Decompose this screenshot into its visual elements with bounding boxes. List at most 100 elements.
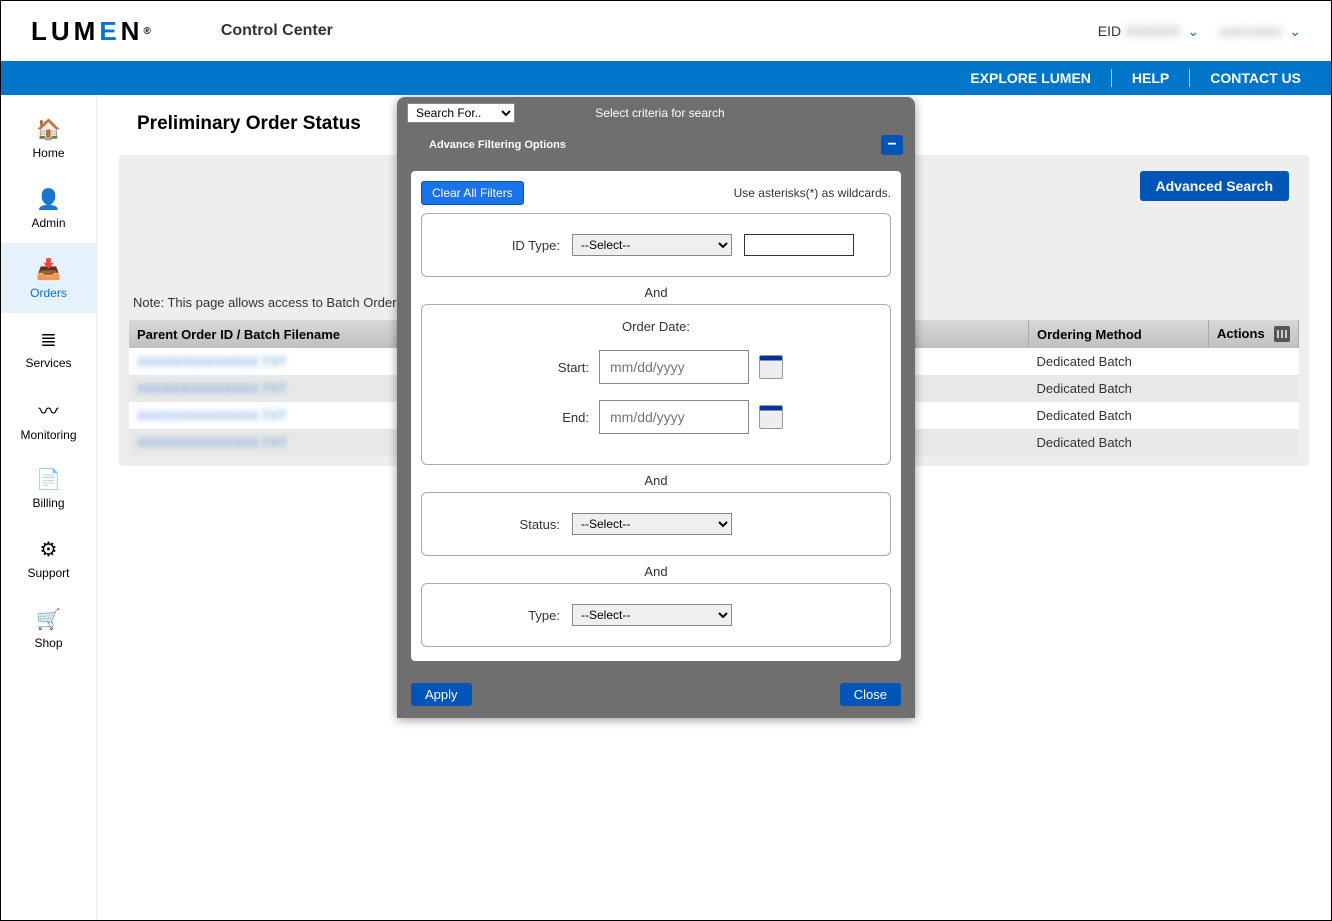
order-date-filter-box: Order Date: Start: End: bbox=[421, 304, 891, 465]
close-button[interactable]: Close bbox=[840, 683, 901, 706]
username: username bbox=[1219, 23, 1281, 39]
start-date-input[interactable] bbox=[599, 350, 749, 384]
sidebar-item-shop[interactable]: 🛒 Shop bbox=[1, 593, 96, 663]
sidebar-label: Home bbox=[32, 146, 64, 160]
gear-icon: ⚙ bbox=[40, 537, 58, 562]
modal-title: Advance Filtering Options bbox=[429, 139, 566, 151]
top-header: LUMEN® Control Center EID 0000000 ⌄ user… bbox=[1, 1, 1331, 61]
separator bbox=[1111, 69, 1112, 87]
app-name: Control Center bbox=[221, 22, 333, 40]
cart-icon: 🛒 bbox=[36, 607, 61, 632]
home-icon: 🏠 bbox=[36, 117, 61, 142]
sidebar-item-orders[interactable]: 📥 Orders bbox=[1, 243, 96, 313]
sidebar-label: Billing bbox=[32, 496, 64, 510]
end-date-input[interactable] bbox=[599, 400, 749, 434]
id-type-select[interactable]: --Select-- bbox=[572, 234, 732, 256]
logo-part1: LUM bbox=[31, 16, 99, 47]
end-date-label: End: bbox=[529, 410, 589, 425]
order-id: XXXXXXXXXXXXXX.TXT bbox=[137, 354, 287, 369]
sidebar-label: Monitoring bbox=[20, 428, 76, 442]
eid-dropdown[interactable]: EID 0000000 ⌄ bbox=[1098, 23, 1199, 40]
filter-panel: Clear All Filters Use asterisks(*) as wi… bbox=[411, 171, 901, 661]
chevron-down-icon: ⌄ bbox=[1289, 23, 1301, 39]
ordering-method: Dedicated Batch bbox=[1029, 429, 1209, 456]
nav-help[interactable]: HELP bbox=[1132, 70, 1169, 86]
invoice-icon: 📄 bbox=[36, 467, 61, 492]
type-row: Type: --Select-- bbox=[440, 604, 872, 626]
status-label: Status: bbox=[440, 517, 560, 532]
ordering-method: Dedicated Batch bbox=[1029, 348, 1209, 375]
sidebar-item-support[interactable]: ⚙ Support bbox=[1, 523, 96, 593]
start-date-label: Start: bbox=[529, 360, 589, 375]
logo-tm: ® bbox=[143, 26, 150, 37]
sidebar-label: Admin bbox=[31, 216, 65, 230]
modal-body: Clear All Filters Use asterisks(*) as wi… bbox=[397, 161, 915, 675]
activity-icon: 〰 bbox=[39, 395, 59, 424]
modal-top-bar: Search For.. Select criteria for search bbox=[397, 97, 915, 129]
wildcard-note: Use asterisks(*) as wildcards. bbox=[734, 186, 891, 200]
sidebar-item-home[interactable]: 🏠 Home bbox=[1, 103, 96, 173]
order-id: XXXXXXXXXXXXXX.TXT bbox=[137, 381, 287, 396]
person-icon: 👤 bbox=[36, 187, 61, 212]
sidebar-item-admin[interactable]: 👤 Admin bbox=[1, 173, 96, 243]
actions-cell bbox=[1209, 429, 1299, 456]
advanced-filter-modal: Search For.. Select criteria for search … bbox=[397, 97, 915, 718]
type-select[interactable]: --Select-- bbox=[572, 604, 732, 626]
sidebar: 🏠 Home 👤 Admin 📥 Orders ≣ Services 〰 Mon… bbox=[1, 95, 97, 920]
nav-contact[interactable]: CONTACT US bbox=[1210, 70, 1301, 86]
inbox-icon: 📥 bbox=[36, 257, 61, 282]
clear-all-filters-button[interactable]: Clear All Filters bbox=[421, 181, 524, 205]
ordering-method: Dedicated Batch bbox=[1029, 402, 1209, 429]
status-row: Status: --Select-- bbox=[440, 513, 872, 535]
modal-top-text: Select criteria for search bbox=[595, 106, 724, 120]
and-label: And bbox=[421, 560, 891, 583]
actions-cell bbox=[1209, 375, 1299, 402]
sidebar-item-services[interactable]: ≣ Services bbox=[1, 313, 96, 383]
col-actions[interactable]: Actions bbox=[1209, 320, 1299, 348]
list-icon: ≣ bbox=[40, 327, 57, 352]
header-right: EID 0000000 ⌄ username ⌄ bbox=[1098, 23, 1301, 40]
search-for-select[interactable]: Search For.. bbox=[407, 103, 515, 123]
eid-label: EID bbox=[1098, 23, 1121, 39]
id-type-value-input[interactable] bbox=[744, 234, 854, 256]
ordering-method: Dedicated Batch bbox=[1029, 375, 1209, 402]
sidebar-label: Services bbox=[25, 356, 71, 370]
status-filter-box: Status: --Select-- bbox=[421, 492, 891, 556]
apply-button[interactable]: Apply bbox=[411, 683, 472, 706]
order-id: XXXXXXXXXXXXXX.TXT bbox=[137, 435, 287, 450]
sidebar-item-billing[interactable]: 📄 Billing bbox=[1, 453, 96, 523]
logo-part2: N bbox=[121, 16, 144, 47]
calendar-icon[interactable] bbox=[759, 405, 783, 429]
type-label: Type: bbox=[440, 608, 560, 623]
top-nav-bar: EXPLORE LUMEN HELP CONTACT US bbox=[1, 61, 1331, 95]
sidebar-item-monitoring[interactable]: 〰 Monitoring bbox=[1, 383, 96, 453]
nav-explore[interactable]: EXPLORE LUMEN bbox=[970, 70, 1091, 86]
collapse-button[interactable]: − bbox=[881, 135, 903, 155]
eid-value: 0000000 bbox=[1125, 23, 1180, 39]
start-date-row: Start: bbox=[440, 350, 872, 384]
status-select[interactable]: --Select-- bbox=[572, 513, 732, 535]
calendar-icon[interactable] bbox=[759, 355, 783, 379]
and-label: And bbox=[421, 469, 891, 492]
col-ordering-method[interactable]: Ordering Method bbox=[1029, 320, 1209, 348]
modal-title-bar: Advance Filtering Options − bbox=[397, 129, 915, 161]
main-layout: 🏠 Home 👤 Admin 📥 Orders ≣ Services 〰 Mon… bbox=[1, 95, 1331, 920]
separator bbox=[1189, 69, 1190, 87]
id-type-filter-box: ID Type: --Select-- bbox=[421, 213, 891, 277]
content-area: Preliminary Order Status Advanced Search… bbox=[97, 95, 1331, 920]
actions-cell bbox=[1209, 402, 1299, 429]
user-dropdown[interactable]: username ⌄ bbox=[1219, 23, 1301, 40]
actions-cell bbox=[1209, 348, 1299, 375]
columns-icon[interactable] bbox=[1274, 326, 1290, 342]
sidebar-label: Orders bbox=[30, 286, 67, 300]
modal-footer: Apply Close bbox=[397, 675, 915, 718]
order-id: XXXXXXXXXXXXXX.TXT bbox=[137, 408, 287, 423]
type-filter-box: Type: --Select-- bbox=[421, 583, 891, 647]
lumen-logo: LUMEN® bbox=[31, 16, 151, 47]
id-type-label: ID Type: bbox=[440, 238, 560, 253]
order-date-label: Order Date: bbox=[440, 319, 872, 334]
chevron-down-icon: ⌄ bbox=[1187, 23, 1199, 39]
and-label: And bbox=[421, 281, 891, 304]
advanced-search-button[interactable]: Advanced Search bbox=[1140, 171, 1290, 201]
filter-head: Clear All Filters Use asterisks(*) as wi… bbox=[421, 181, 891, 205]
